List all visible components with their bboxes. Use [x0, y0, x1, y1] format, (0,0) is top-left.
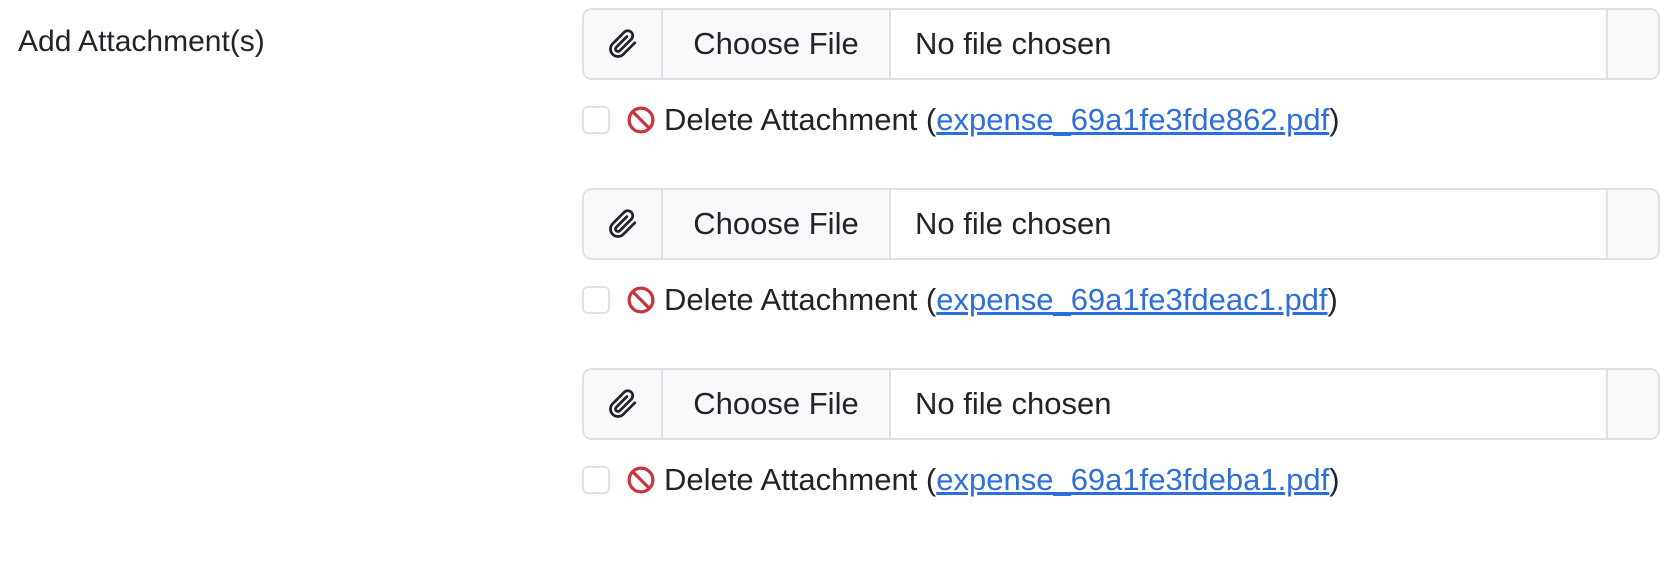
input-end-addon: [1606, 10, 1658, 78]
choose-file-button[interactable]: Choose File: [663, 190, 891, 258]
delete-attachment-label: Delete Attachment (: [664, 282, 937, 317]
close-paren: ): [1329, 102, 1340, 137]
delete-attachment-checkbox[interactable]: [582, 106, 610, 134]
paperclip-icon: [584, 10, 663, 78]
close-paren: ): [1327, 282, 1338, 317]
input-end-addon: [1606, 190, 1658, 258]
attachment-file-link[interactable]: expense_69a1fe3fdeac1.pdf: [936, 282, 1327, 318]
delete-attachment-row: Delete Attachment (expense_69a1fe3fdeac1…: [582, 280, 1660, 320]
choose-file-button[interactable]: Choose File: [663, 370, 891, 438]
file-status-text: No file chosen: [915, 26, 1112, 61]
input-end-addon: [1606, 370, 1658, 438]
delete-attachment-row: Delete Attachment (expense_69a1fe3fdeba1…: [582, 460, 1660, 500]
file-status-text: No file chosen: [915, 206, 1112, 241]
ban-icon: [626, 285, 656, 315]
add-attachments-label: Add Attachment(s): [18, 25, 265, 58]
ban-icon: [626, 105, 656, 135]
attachment-group: Choose File No file chosen Delete Attach…: [582, 188, 1660, 320]
file-input-group[interactable]: Choose File No file chosen: [582, 368, 1660, 440]
attachment-file-link[interactable]: expense_69a1fe3fde862.pdf: [936, 102, 1329, 138]
delete-attachment-label: Delete Attachment (: [664, 462, 937, 497]
file-input-group[interactable]: Choose File No file chosen: [582, 8, 1660, 80]
paperclip-icon: [584, 370, 663, 438]
attachment-group: Choose File No file chosen Delete Attach…: [582, 8, 1660, 140]
delete-attachment-row: Delete Attachment (expense_69a1fe3fde862…: [582, 100, 1660, 140]
ban-icon: [626, 465, 656, 495]
file-status-text: No file chosen: [915, 386, 1112, 421]
attachment-group: Choose File No file chosen Delete Attach…: [582, 368, 1660, 500]
delete-attachment-checkbox[interactable]: [582, 466, 610, 494]
choose-file-button[interactable]: Choose File: [663, 10, 891, 78]
paperclip-icon: [584, 190, 663, 258]
delete-attachment-label: Delete Attachment (: [664, 102, 937, 137]
file-input-group[interactable]: Choose File No file chosen: [582, 188, 1660, 260]
delete-attachment-checkbox[interactable]: [582, 286, 610, 314]
attachment-file-link[interactable]: expense_69a1fe3fdeba1.pdf: [936, 462, 1329, 498]
close-paren: ): [1329, 462, 1340, 497]
